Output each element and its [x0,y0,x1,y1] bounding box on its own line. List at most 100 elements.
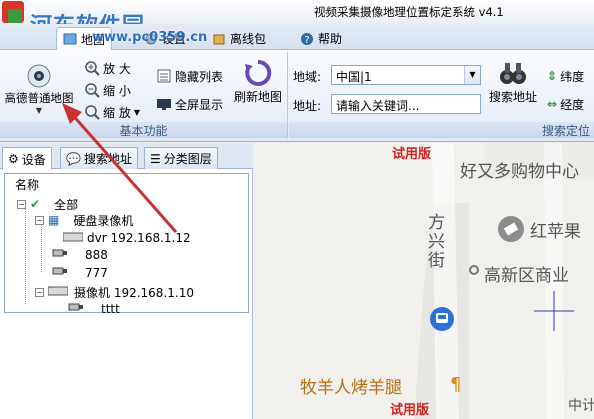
refresh-map-label: 刷新地图 [233,90,282,104]
poi-apple[interactable]: 红苹果 [530,217,581,242]
chevron-down-icon: ▼ [35,106,43,115]
map-view[interactable]: ¶ 试用版 好又多购物中心 红苹果 方兴街 高新区商业 牧羊人烤羊腿 试用版 中… [254,143,594,419]
tree-node-888-label: 888 [85,248,108,262]
tree-node-dvr-group[interactable]: − ▦ 硬盘录像机 [35,212,133,228]
trial-watermark-bottom: 试用版 [390,403,430,418]
ribbon-tabs: 地图 设置 离线包 ? 帮助 [0,24,594,50]
device-tree: 名称 − ✔ 全部 − ▦ 硬盘录像机 dvr 192.168.1.12 888… [4,173,249,316]
package-icon [212,32,226,46]
fullscreen-button[interactable]: 全屏显示 [156,94,223,114]
tree-node-dvr[interactable]: dvr 192.168.1.12 [62,230,191,246]
dvr-device-icon [62,231,84,245]
tree-node-dvr-label: dvr 192.168.1.12 [87,231,191,245]
zoom-out-label: 缩 小 [103,83,131,98]
dvr-group-icon: ▦ [48,213,60,227]
svg-text:¶: ¶ [450,374,461,395]
region-select[interactable]: 中国|1 ▼ [331,65,481,85]
collapse-icon[interactable]: − [35,215,44,225]
tab-help[interactable]: ? 帮助 [294,27,348,50]
chevron-down-icon[interactable]: ▼ [464,66,480,84]
tree-node-dvr-group-label: 硬盘录像机 [73,213,134,228]
collapse-icon[interactable]: − [35,287,44,297]
latitude-button[interactable]: ⇕ 纬度 [547,66,584,86]
search-address-label: 搜索地址 [488,90,537,104]
region-value: 中国|1 [336,70,372,84]
device-panel: ⚙ 设备 💬 搜索地址 ☰ 分类图层 名称 − ✔ 全部 − ▦ 硬盘录像机 d… [0,143,253,419]
panel-tab-layers-label: 分类图层 [163,152,212,166]
binoculars-icon [500,63,526,84]
list-icon [156,68,172,84]
zoom-out-button[interactable]: 缩 小 [84,80,131,100]
poi-corner: 中计 [568,398,594,414]
trial-watermark-top: 试用版 [392,147,432,162]
camera-icon [51,266,69,281]
poi-bbq[interactable]: 牧羊人烤羊腿 [300,373,402,398]
zoom-in-icon [84,60,100,76]
map-icon [63,32,77,46]
longitude-label: 经度 [560,97,585,112]
tree-node-888[interactable]: 888 [51,247,108,263]
map-type-button[interactable]: 高德普通地图 ▼ [2,60,76,115]
poi-road: 方兴街 [424,213,444,270]
hide-list-button[interactable]: 隐藏列表 [156,66,223,86]
gear-icon: ⚙ [8,152,19,166]
address-label: 地址: [293,99,322,113]
tree-node-tttt-label: tttt [101,302,120,316]
svg-text:?: ? [304,35,309,46]
region-label: 地域: [293,70,322,84]
camera-icon [67,302,85,317]
fullscreen-label: 全屏显示 [175,97,224,112]
panel-tab-layers[interactable]: ☰ 分类图层 [144,147,218,169]
tree-node-777-label: 777 [85,266,108,280]
latitude-label: 纬度 [560,69,585,84]
check-icon: ✔ [30,197,41,211]
zoom-in-button[interactable]: 放 大 [84,58,131,78]
group-basic-label: 基本功能 [0,122,287,138]
zoom-in-label: 放 大 [103,61,131,76]
help-icon: ? [300,32,314,46]
tree-node-all[interactable]: − ✔ 全部 [17,196,78,212]
updown-arrow-icon: ⇕ [547,69,558,83]
zoom-menu-label: 缩 放 [103,105,131,120]
zoom-menu-button[interactable]: 缩 放 ▼ [84,102,140,122]
tree-header: 名称 [15,178,40,192]
group-search: 地域: 中国|1 ▼ 地址: 请输入关键词... 搜索地址 ⇕ 纬度 ⇔ 经度 … [289,52,594,138]
group-search-label: 搜索定位 [289,122,594,138]
speech-bubble-icon: 💬 [66,151,81,166]
ribbon: 高德普通地图 ▼ 放 大 缩 小 缩 放 ▼ 隐藏列表 全屏显示 刷新地图 基本… [0,50,594,142]
tree-node-all-label: 全部 [54,197,79,212]
map-type-label: 高德普通地图 [4,91,74,105]
panel-tab-devices-label: 设备 [21,152,46,167]
tree-node-tttt[interactable]: tttt [67,301,120,317]
leftright-arrow-icon: ⇔ [547,97,558,111]
tree-node-777[interactable]: 777 [51,265,108,281]
panel-tab-devices[interactable]: ⚙ 设备 [2,147,52,170]
watermark-url: www.pc0359.cn [92,30,208,45]
hide-list-label: 隐藏列表 [175,69,224,84]
tab-help-label: 帮助 [318,32,343,46]
collapse-icon[interactable]: − [17,199,26,209]
refresh-icon [245,59,272,86]
refresh-map-button[interactable]: 刷新地图 [230,58,286,105]
address-input[interactable]: 请输入关键词... [331,94,481,114]
poi-gaoxin[interactable]: 高新区商业 [484,261,569,286]
address-placeholder: 请输入关键词... [336,99,420,113]
chevron-down-icon: ▼ [133,107,140,117]
magnifier-icon [84,104,100,120]
tree-node-camera-group[interactable]: − 摄像机 192.168.1.10 [35,284,194,300]
camera-globe-icon [27,64,51,88]
tab-offline-label: 离线包 [230,32,267,46]
camera-group-icon [47,285,69,299]
panel-tab-search[interactable]: 💬 搜索地址 [60,147,138,169]
group-basic: 高德普通地图 ▼ 放 大 缩 小 缩 放 ▼ 隐藏列表 全屏显示 刷新地图 基本… [0,52,288,138]
layers-icon: ☰ [150,151,161,166]
app-logo [2,1,24,23]
tab-offline[interactable]: 离线包 [206,27,272,50]
panel-tabs: ⚙ 设备 💬 搜索地址 ☰ 分类图层 [0,143,253,170]
poi-shopping[interactable]: 好又多购物中心 [460,157,579,182]
panel-tab-search-label: 搜索地址 [83,152,132,166]
search-address-button[interactable]: 搜索地址 [485,58,541,105]
zoom-out-icon [84,82,100,98]
monitor-icon [156,96,172,112]
longitude-button[interactable]: ⇔ 经度 [547,94,584,114]
